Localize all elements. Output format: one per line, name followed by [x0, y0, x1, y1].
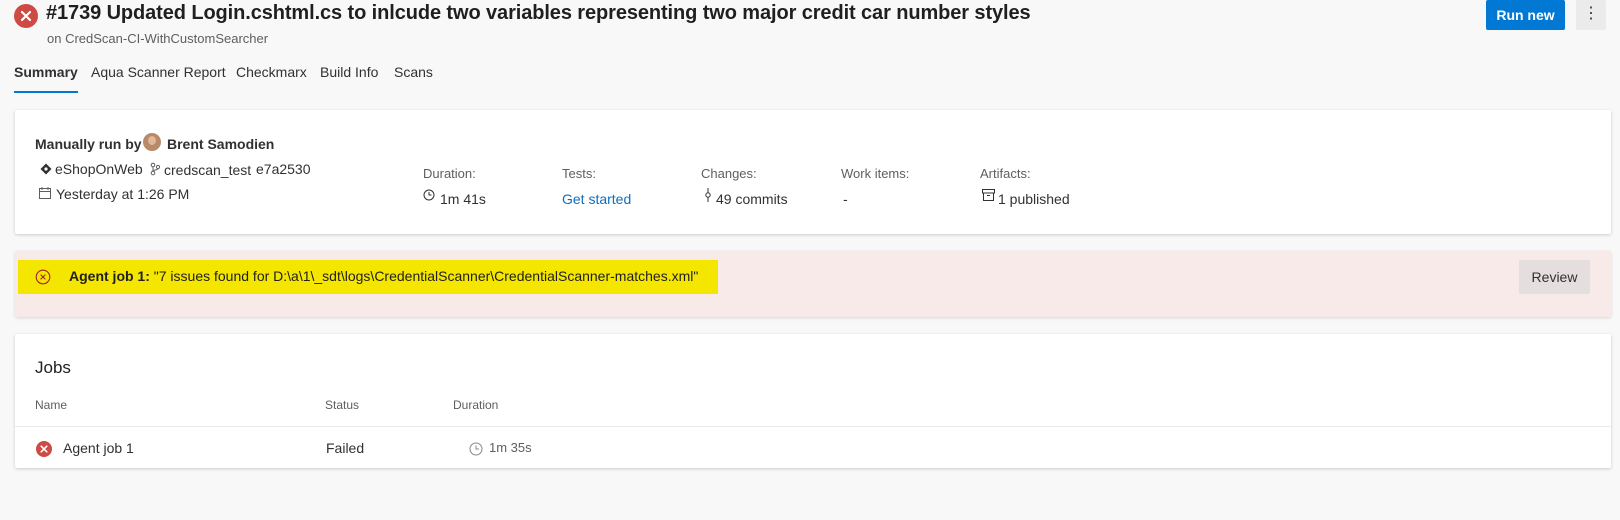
artifacts-label: Artifacts: [980, 166, 1031, 181]
job-name[interactable]: Agent job 1 [63, 440, 134, 456]
issue-text: "7 issues found for D:\a\1\_sdt\logs\Cre… [153, 268, 699, 284]
job-failed-icon [36, 441, 52, 457]
column-header-status: Status [325, 398, 360, 412]
tab-summary[interactable]: Summary [14, 64, 78, 94]
tests-get-started-link[interactable]: Get started [562, 191, 631, 207]
column-header-duration: Duration [453, 398, 499, 412]
calendar-icon [39, 187, 51, 199]
page-title: #1739 Updated Login.cshtml.cs to inlcude… [46, 2, 1031, 24]
avatar [143, 133, 161, 151]
tests-label: Tests: [562, 166, 596, 181]
job-duration: 1m 35s [489, 440, 532, 455]
branch-link[interactable]: credscan_test [164, 162, 251, 178]
issue-highlight: Agent job 1: "7 issues found for D:\a\1\… [18, 260, 718, 294]
run-new-button[interactable]: Run new [1486, 0, 1565, 30]
work-items-label: Work items: [841, 166, 910, 181]
review-button[interactable]: Review [1519, 260, 1590, 294]
jobs-title: Jobs [35, 358, 71, 377]
commit-icon [705, 188, 711, 202]
issue-banner: Agent job 1: "7 issues found for D:\a\1\… [15, 251, 1611, 317]
repo-link[interactable]: eShopOnWeb [55, 161, 143, 177]
tab-aqua-scanner-report[interactable]: Aqua Scanner Report [91, 64, 226, 94]
error-circle-icon [35, 269, 51, 285]
issue-message: Agent job 1: "7 issues found for D:\a\1\… [69, 268, 698, 284]
failed-status-icon [14, 4, 38, 28]
runner-name: Brent Samodien [167, 136, 275, 152]
column-header-name: Name [35, 398, 68, 412]
changes-label: Changes: [701, 166, 757, 181]
tab-checkmarx[interactable]: Checkmarx [236, 64, 307, 94]
pipeline-subtitle[interactable]: on CredScan-CI-WithCustomSearcher [47, 31, 268, 46]
table-divider [15, 426, 1611, 427]
clock-icon [423, 189, 435, 201]
run-summary-card: Manually run by Brent Samodien eShopOnWe… [15, 110, 1611, 234]
run-date: Yesterday at 1:26 PM [56, 186, 190, 202]
work-items-value: - [843, 191, 848, 207]
run-by-label: Manually run by [35, 136, 142, 152]
clock-icon [469, 442, 483, 456]
page-header: #1739 Updated Login.cshtml.cs to inlcude… [14, 0, 1620, 50]
changes-value[interactable]: 49 commits [716, 191, 788, 207]
repo-icon [40, 163, 52, 175]
issue-job-label: Agent job 1: [69, 268, 150, 284]
duration-label: Duration: [423, 166, 476, 181]
more-actions-button[interactable]: ⋮ [1576, 0, 1606, 30]
jobs-card: Jobs Name Status Duration Agent job 1 Fa… [15, 334, 1611, 468]
artifact-icon [982, 189, 995, 201]
commit-link[interactable]: e7a2530 [256, 161, 311, 177]
job-status: Failed [326, 440, 365, 456]
artifacts-value[interactable]: 1 published [998, 191, 1070, 207]
tab-scans[interactable]: Scans [394, 64, 433, 94]
branch-icon [150, 162, 160, 176]
duration-value: 1m 41s [440, 191, 486, 207]
tab-build-info[interactable]: Build Info [320, 64, 378, 94]
